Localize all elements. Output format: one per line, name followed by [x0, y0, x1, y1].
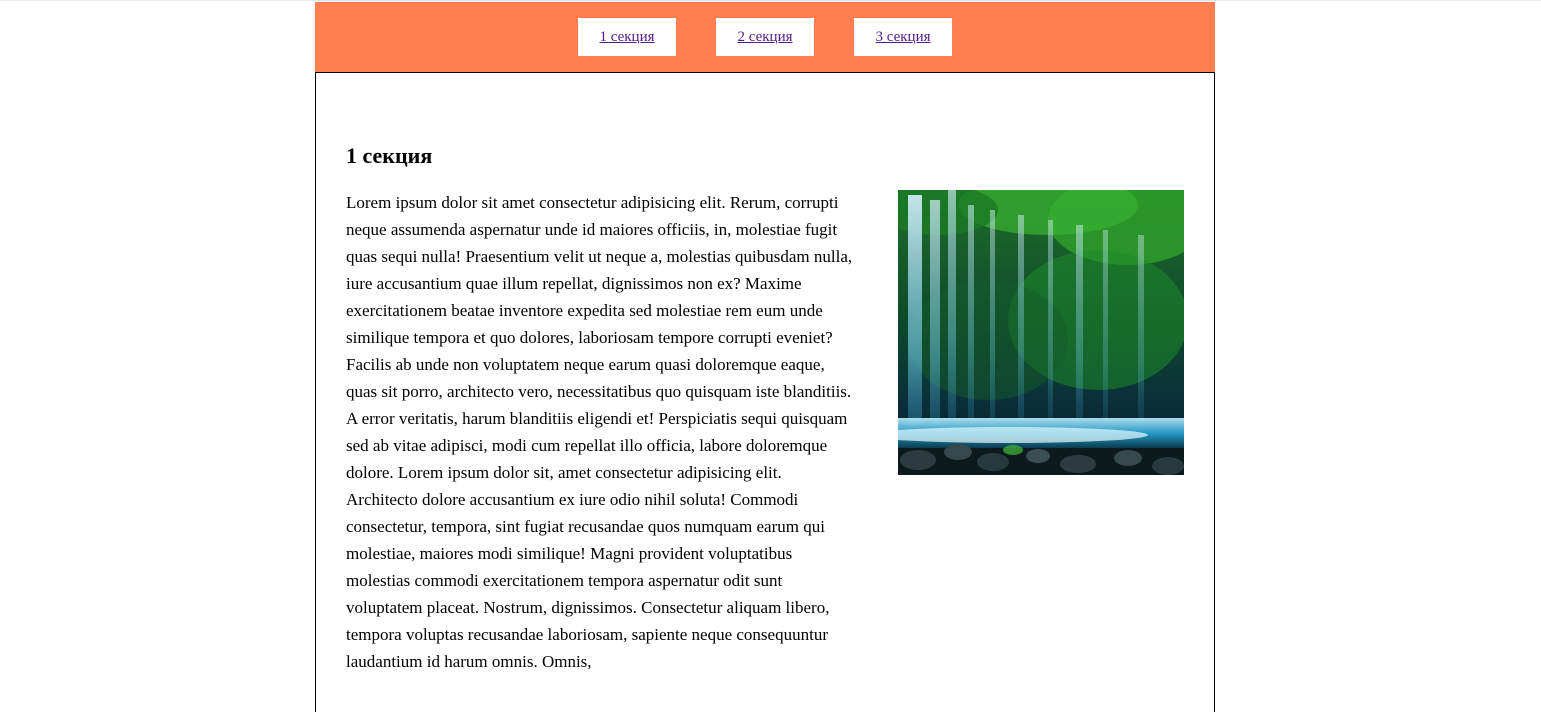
top-divider	[0, 0, 1541, 1]
nav-link-section-2[interactable]: 2 секция	[716, 18, 814, 56]
nav-link-section-1[interactable]: 1 секция	[578, 18, 676, 56]
nav-link-section-3[interactable]: 3 секция	[854, 18, 952, 56]
top-nav: 1 секция 2 секция 3 секция	[315, 2, 1215, 72]
section-paragraph: Lorem ipsum dolor sit amet consectetur a…	[346, 193, 853, 671]
waterfall-image	[898, 190, 1184, 475]
section-title: 1 секция	[346, 143, 433, 168]
page-container: 1 секция 2 секция 3 секция 1 секция Lore…	[315, 2, 1215, 712]
section-1: 1 секция Lorem ipsum dolor sit amet cons…	[315, 72, 1215, 712]
